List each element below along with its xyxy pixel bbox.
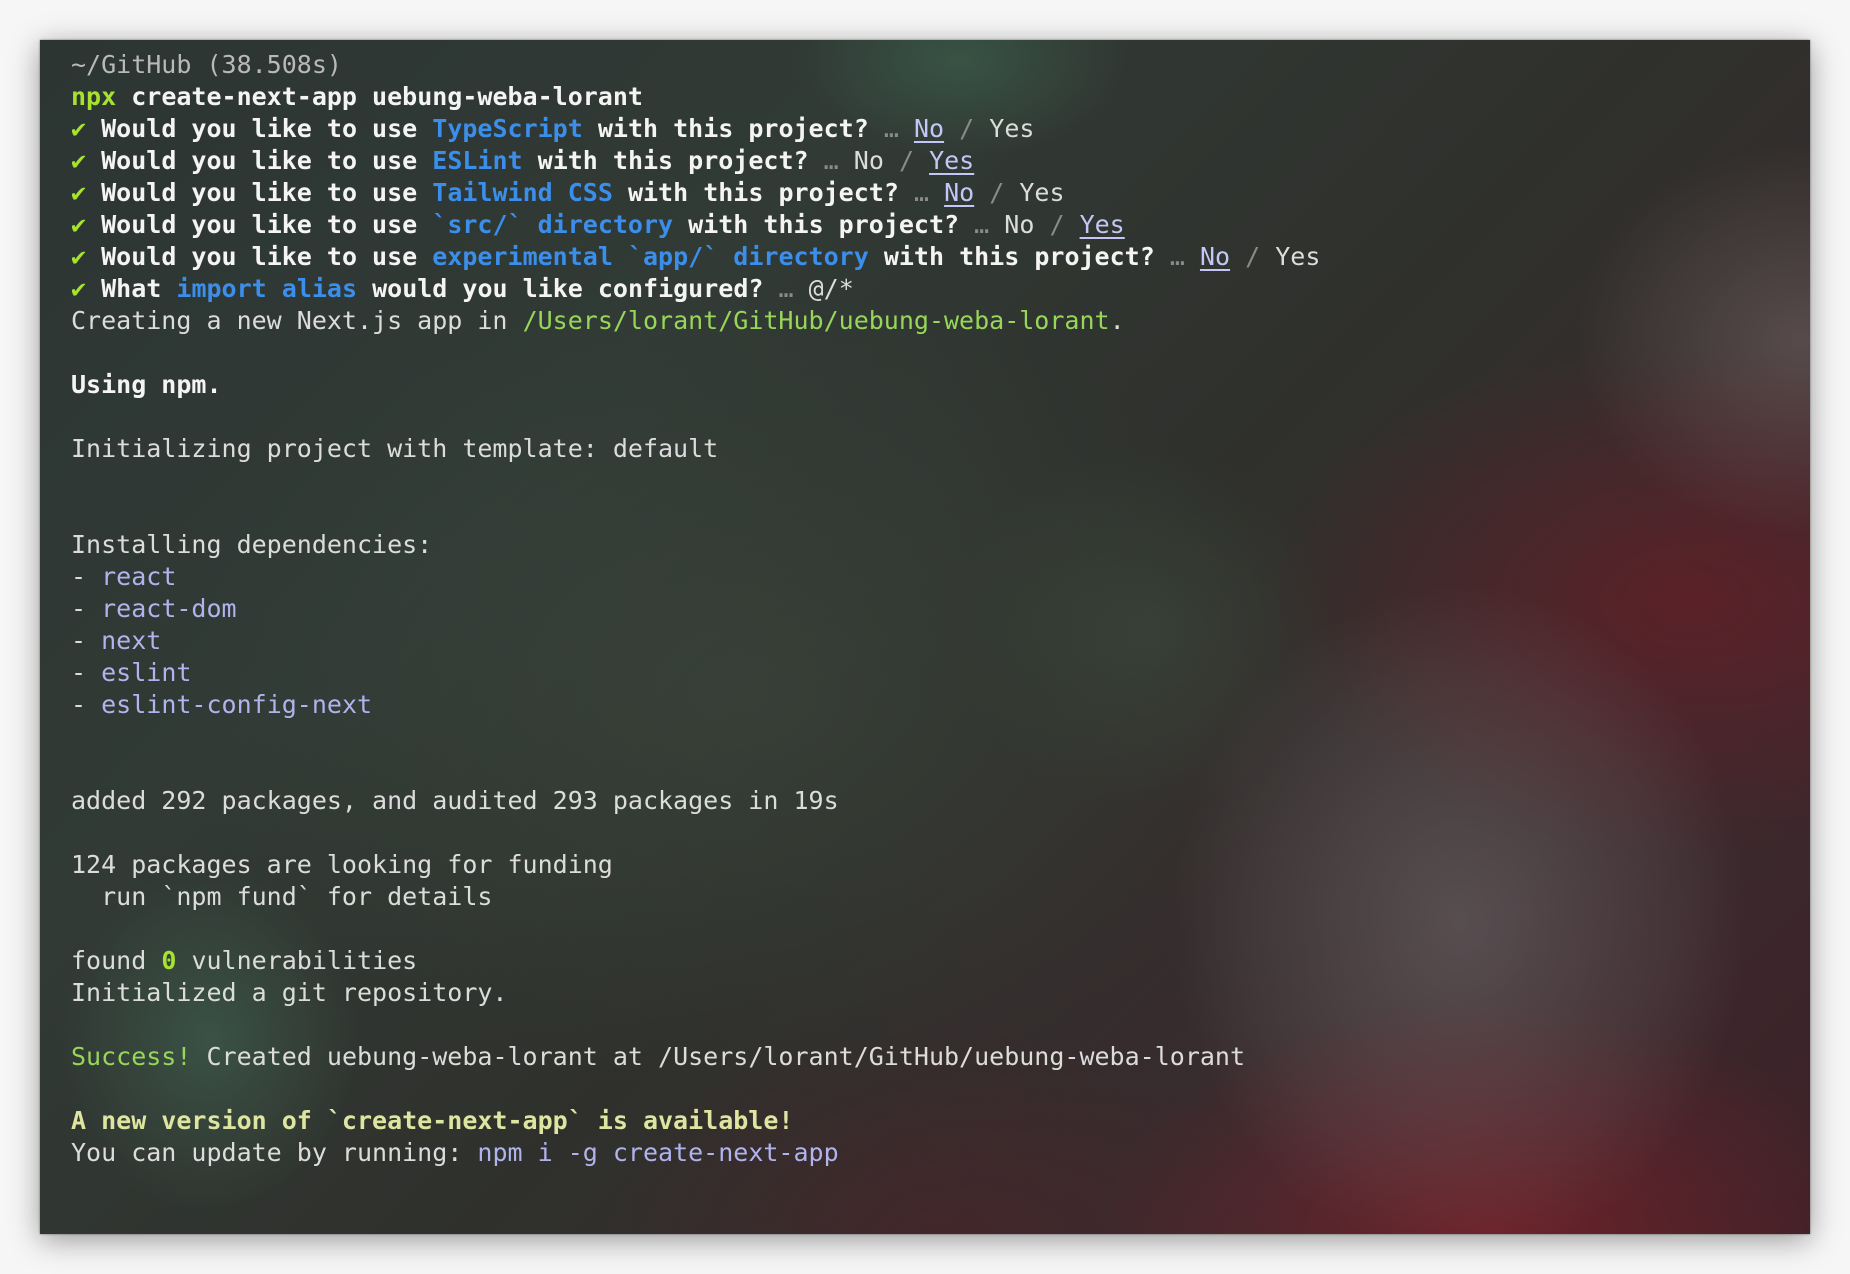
ellipsis: … xyxy=(913,178,930,207)
creating-app-line: Creating a new Next.js app in /Users/lor… xyxy=(71,306,1125,335)
update-command: npm i -g create-next-app xyxy=(477,1138,839,1167)
question-tailwind: ✔ Would you like to use Tailwind CSS wit… xyxy=(71,178,1065,207)
command-line: npx create-next-app uebung-weba-lorant xyxy=(71,81,1790,113)
terminal-output[interactable]: ~/GitHub (38.508s) npx create-next-app u… xyxy=(71,49,1790,1169)
list-item: - next xyxy=(71,626,162,655)
update-notice: A new version of `create-next-app` is av… xyxy=(71,1106,794,1135)
list-item: - react xyxy=(71,562,177,591)
funding-line: 124 packages are looking for funding xyxy=(71,850,613,879)
using-npm: Using npm. xyxy=(71,370,222,399)
question-highlight: ESLint xyxy=(432,146,523,175)
ellipsis: … xyxy=(974,210,990,239)
check-icon: ✔ xyxy=(71,210,87,239)
success-label: Success! xyxy=(71,1042,192,1071)
question-highlight: experimental `app/` directory xyxy=(432,242,869,271)
question-highlight: TypeScript xyxy=(432,114,583,143)
question-typescript: ✔ Would you like to use TypeScript with … xyxy=(71,114,1035,143)
question-highlight: import alias xyxy=(176,274,358,303)
check-icon: ✔ xyxy=(71,178,87,207)
list-item: - react-dom xyxy=(71,594,237,623)
question-app-directory: ✔ Would you like to use experimental `ap… xyxy=(71,242,1321,271)
check-icon: ✔ xyxy=(71,274,87,303)
terminal-window[interactable]: ~/GitHub (38.508s) npx create-next-app u… xyxy=(40,40,1810,1234)
option-no-selected: No xyxy=(913,114,945,143)
cwd-timing: ~/GitHub (38.508s) xyxy=(71,50,342,79)
question-list: ✔ Would you like to use TypeScript with … xyxy=(71,113,1790,305)
initializing-line: Initializing project with template: defa… xyxy=(71,434,719,463)
ellipsis: … xyxy=(883,114,899,143)
check-icon: ✔ xyxy=(71,242,87,271)
git-init-line: Initialized a git repository. xyxy=(71,978,508,1007)
option-no: No xyxy=(853,146,884,175)
ellipsis: … xyxy=(778,274,794,303)
list-item: - eslint xyxy=(71,658,192,687)
question-highlight: Tailwind CSS xyxy=(432,178,613,207)
question-import-alias: ✔ What import alias would you like confi… xyxy=(71,274,854,303)
option-no: No xyxy=(1004,210,1035,239)
dependency-list: - react - react-dom - next - eslint - es… xyxy=(71,561,1790,721)
update-hint: You can update by running: npm i -g crea… xyxy=(71,1138,839,1167)
added-packages-line: added 292 packages, and audited 293 pack… xyxy=(71,786,839,815)
success-line: Success! Created uebung-weba-lorant at /… xyxy=(71,1042,1246,1071)
check-icon: ✔ xyxy=(71,146,87,175)
funding-hint: run `npm fund` for details xyxy=(101,882,493,911)
list-item: - eslint-config-next xyxy=(71,690,373,719)
option-no-selected: No xyxy=(944,178,975,207)
question-src-directory: ✔ Would you like to use `src/` directory… xyxy=(71,210,1125,239)
option-yes: Yes xyxy=(989,114,1035,143)
alias-answer: @/* xyxy=(808,274,854,303)
question-eslint: ✔ Would you like to use ESLint with this… xyxy=(71,146,975,175)
command-args: create-next-app uebung-weba-lorant xyxy=(131,82,643,111)
check-icon: ✔ xyxy=(71,114,87,143)
ellipsis: … xyxy=(1169,242,1185,271)
option-no-selected: No xyxy=(1199,242,1231,271)
ellipsis: … xyxy=(823,146,839,175)
option-yes: Yes xyxy=(1275,242,1321,271)
command-name: npx xyxy=(71,82,117,111)
vulnerability-count: 0 xyxy=(161,946,177,975)
question-highlight: `src/` directory xyxy=(432,210,674,239)
vulnerabilities-line: found 0 vulnerabilities xyxy=(71,946,418,975)
project-path: /Users/lorant/GitHub/uebung-weba-lorant xyxy=(522,306,1110,335)
option-yes: Yes xyxy=(1019,178,1065,207)
option-yes-selected: Yes xyxy=(1079,210,1125,239)
option-yes-selected: Yes xyxy=(929,146,975,175)
installing-title: Installing dependencies: xyxy=(71,530,433,559)
